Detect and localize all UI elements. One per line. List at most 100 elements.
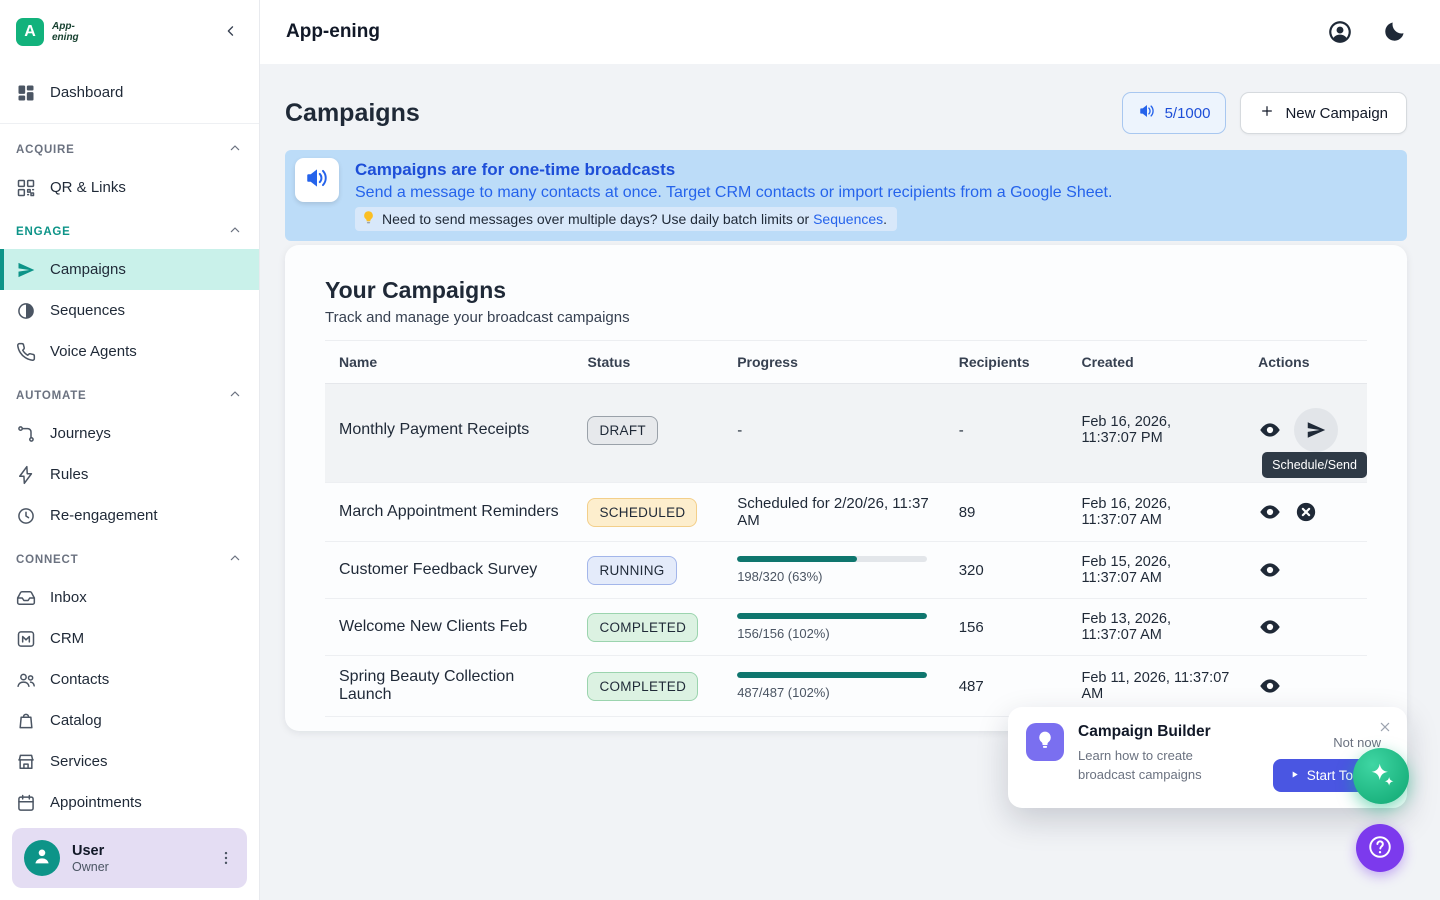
section-header-acquire[interactable]: ACQUIRE	[0, 126, 259, 167]
sidebar-item-contacts[interactable]: Contacts	[0, 659, 259, 700]
column-header-name: Name	[325, 341, 573, 384]
logo-line2: ening	[52, 32, 79, 43]
user-card[interactable]: User Owner	[12, 828, 247, 888]
user-menu-icon[interactable]	[213, 845, 239, 871]
sidebar-item-services[interactable]: Services	[0, 741, 259, 782]
card-subtitle: Track and manage your broadcast campaign…	[325, 309, 1367, 326]
cancel-icon[interactable]	[1294, 500, 1318, 524]
close-icon[interactable]	[1375, 717, 1395, 737]
popup-row: Campaign Builder Learn how to create bro…	[1026, 723, 1389, 792]
sidebar-item-crm[interactable]: CRM	[0, 618, 259, 659]
sequences-icon	[16, 301, 36, 321]
sidebar-item-label: Services	[50, 753, 108, 770]
sidebar-item-label: Campaigns	[50, 261, 126, 278]
sidebar-item-qr-links[interactable]: QR & Links	[0, 167, 259, 208]
actions-cell: Schedule/Send	[1244, 384, 1367, 483]
chevron-up-icon	[227, 550, 243, 569]
logo-line1: App-	[52, 21, 79, 32]
sidebar-item-label: Appointments	[50, 794, 142, 811]
campaign-name: Welcome New Clients Feb	[325, 599, 573, 656]
lightbulb-icon	[1035, 730, 1055, 755]
sidebar-item-rules[interactable]: Rules	[0, 454, 259, 495]
user-avatar	[24, 840, 60, 876]
status-badge: COMPLETED	[587, 672, 698, 701]
sidebar-item-campaigns[interactable]: Campaigns	[0, 249, 259, 290]
view-icon[interactable]	[1258, 500, 1282, 524]
progress-caption: 487/487 (102%)	[737, 685, 931, 700]
send-icon[interactable]	[1294, 408, 1338, 452]
column-header-progress: Progress	[723, 341, 945, 384]
campaign-row: Monthly Payment Receipts DRAFT - - Feb 1…	[325, 384, 1367, 483]
sidebar-item-label: Voice Agents	[50, 343, 137, 360]
sparkles-icon	[1366, 760, 1396, 793]
status-cell: COMPLETED	[573, 599, 723, 656]
view-icon[interactable]	[1258, 674, 1282, 698]
section-header-automate[interactable]: AUTOMATE	[0, 372, 259, 413]
sidebar-item-label: Dashboard	[50, 84, 123, 101]
logo-icon: A	[16, 18, 44, 46]
person-icon	[31, 845, 53, 872]
view-icon[interactable]	[1258, 558, 1282, 582]
megaphone-icon	[304, 165, 330, 196]
chevron-up-icon	[227, 140, 243, 159]
sidebar-item-dashboard[interactable]: Dashboard	[0, 72, 259, 113]
popup-title: Campaign Builder	[1078, 723, 1233, 741]
section-label: ENGAGE	[16, 226, 71, 238]
actions-cell	[1244, 483, 1367, 542]
sidebar-collapse-button[interactable]	[217, 18, 245, 46]
campaigns-table: NameStatusProgressRecipientsCreatedActio…	[325, 340, 1367, 717]
calendar-icon	[16, 793, 36, 813]
app-logo: A App- ening	[16, 18, 79, 46]
section-header-connect[interactable]: CONNECT	[0, 536, 259, 577]
question-icon	[1367, 834, 1393, 863]
sidebar-item-journeys[interactable]: Journeys	[0, 413, 259, 454]
chevron-up-icon	[227, 386, 243, 405]
plus-icon	[1259, 103, 1275, 123]
help-fab[interactable]	[1356, 824, 1404, 872]
section-header-engage[interactable]: ENGAGE	[0, 208, 259, 249]
campaign-name: March Appointment Reminders	[325, 483, 573, 542]
progress-bar-fill	[737, 672, 927, 678]
sidebar-header: A App- ening	[0, 0, 259, 64]
status-badge: DRAFT	[587, 416, 658, 445]
sidebar-item-voice-agents[interactable]: Voice Agents	[0, 331, 259, 372]
view-icon[interactable]	[1258, 418, 1282, 442]
sidebar-item-sequences[interactable]: Sequences	[0, 290, 259, 331]
account-icon[interactable]	[1326, 18, 1354, 46]
sidebar-item-inbox[interactable]: Inbox	[0, 577, 259, 618]
recipients-count: -	[945, 384, 1068, 483]
clock-icon	[16, 506, 36, 526]
megaphone-icon	[1138, 102, 1156, 124]
popup-text: Campaign Builder Learn how to create bro…	[1078, 723, 1233, 792]
progress-cell: -	[723, 384, 945, 483]
campaign-quota-badge[interactable]: 5/1000	[1122, 92, 1227, 134]
inbox-icon	[16, 588, 36, 608]
progress-text: Scheduled for 2/20/26, 11:37 AM	[737, 495, 931, 529]
banner-title: Campaigns are for one-time broadcasts	[355, 160, 1112, 180]
actions-cell	[1244, 542, 1367, 599]
dark-mode-moon-icon[interactable]	[1380, 18, 1408, 46]
page-actions: 5/1000 New Campaign	[1122, 92, 1407, 134]
sidebar-item-label: Contacts	[50, 671, 109, 688]
column-header-actions: Actions	[1244, 341, 1367, 384]
sidebar-item-label: Journeys	[50, 425, 111, 442]
new-campaign-button[interactable]: New Campaign	[1240, 92, 1407, 134]
view-icon[interactable]	[1258, 615, 1282, 639]
created-date: Feb 15, 2026, 11:37:07 AM	[1068, 542, 1245, 599]
sidebar-item-appointments[interactable]: Appointments	[0, 782, 259, 823]
topbar: App-ening	[260, 0, 1440, 64]
sidebar-item-label: Re-engagement	[50, 507, 158, 524]
ai-assistant-fab[interactable]	[1353, 748, 1409, 804]
status-cell: DRAFT	[573, 384, 723, 483]
table-header-row: NameStatusProgressRecipientsCreatedActio…	[325, 341, 1367, 384]
page-title: Campaigns	[285, 99, 420, 128]
sidebar-item-catalog[interactable]: Catalog	[0, 700, 259, 741]
created-date: Feb 16, 2026, 11:37:07 PM	[1068, 384, 1245, 483]
progress-cell: Scheduled for 2/20/26, 11:37 AM	[723, 483, 945, 542]
column-header-status: Status	[573, 341, 723, 384]
sequences-link[interactable]: Sequences	[813, 211, 883, 227]
card-title: Your Campaigns	[325, 277, 1367, 304]
banner-text: Campaigns are for one-time broadcasts Se…	[355, 160, 1112, 231]
section-label: AUTOMATE	[16, 390, 87, 402]
sidebar-item-re-engagement[interactable]: Re-engagement	[0, 495, 259, 536]
